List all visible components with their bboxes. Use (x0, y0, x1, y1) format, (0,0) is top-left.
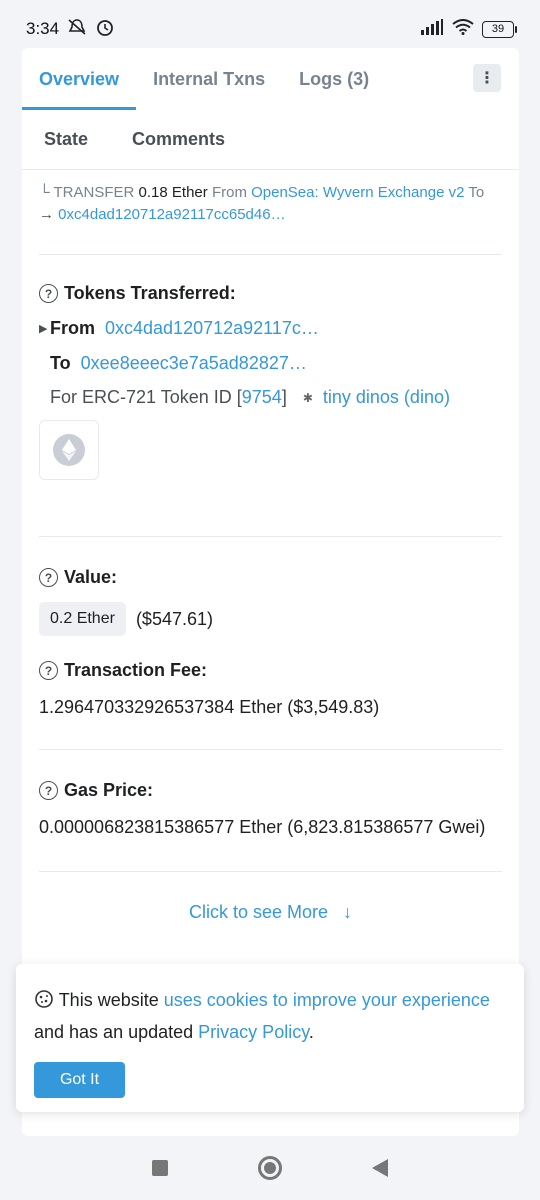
dino-icon: ✱ (302, 390, 313, 405)
value-usd: ($547.61) (135, 608, 213, 629)
tab-bar-secondary: State Comments (22, 110, 519, 170)
battery-icon: 39 (482, 20, 517, 38)
cookie-policy-link[interactable]: uses cookies to improve your experience (164, 990, 490, 1010)
cookie-icon (34, 990, 59, 1010)
tokens-transferred-section: ? Tokens Transferred: ▶ From 0xc4dad1207… (39, 255, 502, 537)
recents-icon[interactable] (152, 1160, 168, 1176)
more-options-button[interactable]: ⋮ (473, 64, 501, 92)
help-icon[interactable]: ? (39, 661, 58, 680)
alarm-icon (95, 17, 115, 42)
arrow-down-icon: ↓ (333, 902, 353, 922)
cookie-text-2: and has an updated (34, 1022, 194, 1042)
gas-label: Gas Price: (64, 780, 154, 800)
trace-amount: 0.18 Ether (138, 184, 208, 201)
help-icon[interactable]: ? (39, 568, 58, 587)
got-it-button[interactable]: Got It (34, 1062, 125, 1098)
arrow-right-icon: → (39, 206, 54, 223)
privacy-policy-link[interactable]: Privacy Policy (198, 1022, 309, 1042)
token-from-address[interactable]: 0xc4dad120712a92117c… (105, 318, 319, 339)
trace-to-link[interactable]: 0xc4dad120712a92117cc65d46… (58, 206, 285, 223)
token-close-bracket: ] (281, 387, 287, 407)
cookie-banner: This website uses cookies to improve you… (16, 964, 524, 1112)
token-id-link[interactable]: 9754 (242, 387, 282, 408)
token-for-label: For (50, 387, 77, 407)
trace-prefix: └ TRANSFER (39, 184, 135, 201)
token-for-row: For ERC-721 Token ID [ 9754 ] ✱ tiny din… (50, 387, 502, 408)
value-label: Value: (64, 567, 118, 587)
help-icon[interactable]: ? (39, 781, 58, 800)
value-section: ? Value: 0.2 Ether ($547.61) (39, 537, 502, 636)
token-to-label: To (50, 353, 71, 373)
wifi-icon (452, 18, 474, 40)
transaction-fee-section: ? Transaction Fee: 1.296470332926537384 … (39, 636, 502, 750)
tab-bar: Overview Internal Txns Logs (3) ⋮ (22, 48, 519, 110)
token-from-row: ▶ From 0xc4dad120712a92117c… (39, 318, 502, 339)
token-collection-link[interactable]: tiny dinos (dino) (323, 387, 450, 408)
token-to-row: To 0xee8eeec3e7a5ad82827… (39, 353, 502, 374)
tab-comments[interactable]: Comments (110, 129, 247, 150)
kebab-icon: ⋮ (479, 70, 495, 87)
cookie-text-3: . (308, 1022, 314, 1042)
tokens-label: Tokens Transferred: (64, 283, 236, 303)
trace-from-link[interactable]: OpenSea: Wyvern Exchange v2 (251, 184, 464, 201)
token-to-address[interactable]: 0xee8eeec3e7a5ad82827… (81, 353, 307, 374)
token-from-label: From (50, 318, 95, 338)
back-icon[interactable] (372, 1159, 388, 1177)
trace-from-word: From (211, 184, 247, 201)
fee-label: Transaction Fee: (64, 660, 208, 680)
gas-price-section: ? Gas Price: 0.000006823815386577 Ether … (39, 750, 502, 872)
status-time: 3:34 (26, 19, 60, 38)
nft-thumbnail[interactable] (39, 420, 99, 480)
value-badge: 0.2 Ether (39, 602, 126, 636)
caret-right-icon: ▶ (39, 323, 48, 335)
mute-icon (67, 18, 87, 41)
tab-internal-txns[interactable]: Internal Txns (136, 48, 282, 110)
android-nav-bar (0, 1136, 540, 1200)
help-icon[interactable]: ? (39, 284, 58, 303)
trace-to-word: To (468, 184, 485, 201)
see-more-link[interactable]: Click to see More ↓ (39, 902, 502, 923)
gas-value: 0.000006823815386577 Ether (6,823.815386… (39, 817, 486, 837)
tab-logs[interactable]: Logs (3) (282, 48, 386, 110)
tab-overview[interactable]: Overview (22, 48, 137, 110)
token-standard: ERC-721 Token ID [ (82, 387, 242, 407)
signal-icon (420, 18, 444, 40)
internal-transfer-trace: └ TRANSFER 0.18 Ether From OpenSea: Wyve… (39, 170, 502, 255)
home-icon[interactable] (258, 1156, 282, 1180)
cookie-text-1: This website (58, 990, 159, 1010)
fee-value: 1.296470332926537384 Ether ($3,549.83) (39, 697, 380, 717)
ethereum-icon (53, 434, 85, 466)
tab-state[interactable]: State (22, 129, 110, 150)
